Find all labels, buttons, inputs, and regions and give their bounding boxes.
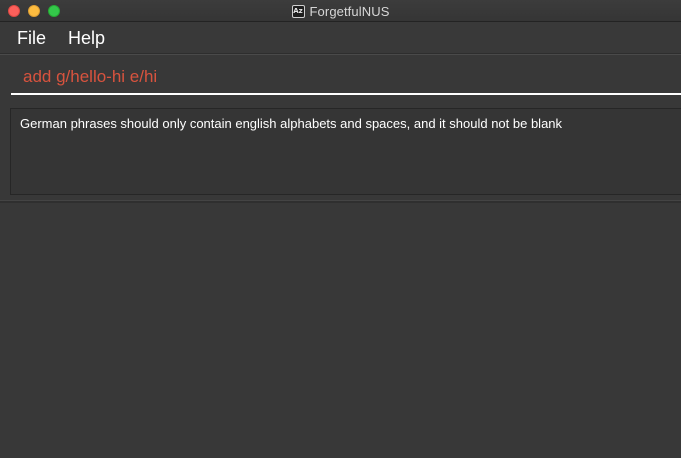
menu-separator [0,54,681,55]
menu-help[interactable]: Help [68,27,105,49]
app-icon-glyph: Az [293,6,303,15]
result-display[interactable]: German phrases should only contain engli… [10,108,681,195]
app-icon: Az [291,4,305,18]
result-message: German phrases should only contain engli… [20,116,563,131]
menu-bar: File Help [0,22,681,54]
phrase-list-panel [0,203,681,458]
command-input[interactable] [11,60,681,95]
app-window: Az ForgetfulNUS File Help German phrases… [0,0,681,458]
menu-file[interactable]: File [17,27,46,49]
title-bar[interactable]: Az ForgetfulNUS [0,0,681,22]
window-title: ForgetfulNUS [309,3,390,19]
window-title-group: Az ForgetfulNUS [0,0,681,22]
